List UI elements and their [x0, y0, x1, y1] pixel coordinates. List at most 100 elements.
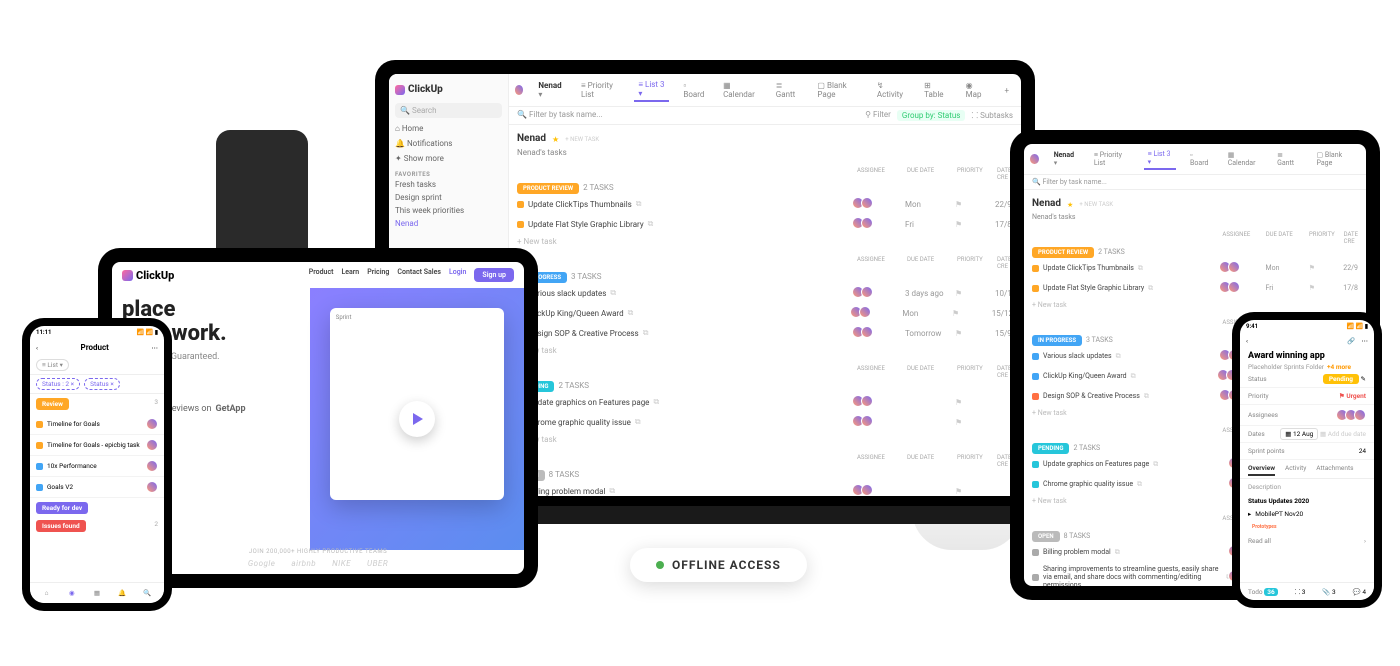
status-group[interactable]: IN PROGRESS [1032, 335, 1082, 346]
task-row[interactable]: Timeline for Goals - epicbig task [30, 435, 164, 456]
sprint-value[interactable]: 24 [1359, 447, 1366, 455]
priority-cell[interactable]: ⚑ [1309, 284, 1344, 292]
task-row[interactable]: 10x Performance [30, 456, 164, 477]
priority-cell[interactable]: ⚑ [955, 398, 995, 407]
task-row[interactable]: Update Flat Style Graphic Library ⧉ Fri … [1032, 278, 1358, 298]
tab-activity[interactable]: Activity [1285, 462, 1306, 476]
avatar[interactable] [146, 481, 158, 493]
view-select[interactable]: ≡ List ▾ [36, 359, 69, 371]
due-date-cell[interactable]: Fri [905, 220, 955, 229]
assignee-cell[interactable] [855, 217, 905, 231]
filter-button[interactable]: ⚲ Filter [865, 110, 891, 121]
nav-pricing[interactable]: Pricing [367, 268, 389, 282]
due-date-cell[interactable]: Mon [905, 200, 955, 209]
more-icon[interactable]: ⋯ [152, 344, 159, 352]
brand-logo[interactable]: ClickUp [122, 269, 174, 282]
avatar[interactable] [146, 418, 158, 430]
due-date-cell[interactable]: Mon [902, 309, 952, 318]
new-task-link[interactable]: + New task [517, 432, 1013, 452]
new-task-link[interactable]: + New task [517, 234, 1013, 254]
tab-map[interactable]: ◉ Map [962, 79, 991, 101]
filter-chip[interactable]: Status : 2 × [36, 378, 80, 390]
status-group[interactable]: PRODUCT REVIEW [1032, 247, 1094, 258]
nav-notifications-icon[interactable]: 🔔 [116, 587, 128, 599]
nav-home[interactable]: ⌂ Home [395, 122, 502, 135]
start-date[interactable]: ▦ 12 Aug [1280, 428, 1318, 440]
fav-item[interactable]: Nenad [395, 217, 502, 230]
task-row[interactable]: Update Flat Style Graphic Library ⧉ Fri … [517, 214, 1013, 234]
task-row[interactable]: Design SOP & Creative Process ⧉ Tomorrow… [517, 323, 1013, 343]
task-row[interactable]: ClickUp King/Queen Award ⧉ Mon ⚑ 15/12 [517, 303, 1013, 323]
chevron-right-icon[interactable]: › [1364, 537, 1366, 545]
nav-home-icon[interactable]: ⌂ [41, 587, 53, 599]
nav-show-more[interactable]: ✦ Show more [395, 152, 502, 165]
star-icon[interactable]: ★ [1067, 201, 1073, 209]
assignee-cell[interactable] [855, 484, 905, 496]
task-row[interactable]: Billing problem modal ⧉ ⚑ [517, 481, 1013, 496]
tab-priority-list[interactable]: ≡ Priority List [577, 79, 624, 101]
space-title[interactable]: Nenad [1032, 198, 1061, 209]
fav-item[interactable]: This week priorities [395, 204, 502, 217]
priority-cell[interactable]: ⚑ [955, 289, 995, 298]
assignee-cell[interactable] [1222, 261, 1265, 275]
avatar[interactable] [146, 439, 158, 451]
subtasks-button[interactable]: ⸬ Subtasks [971, 110, 1013, 121]
fav-item[interactable]: Fresh tasks [395, 178, 502, 191]
assignee-cell[interactable] [855, 326, 905, 340]
due-date-cell[interactable]: Fri [1265, 284, 1308, 292]
tab-activity[interactable]: ↯ Activity [873, 79, 910, 101]
comment-count[interactable]: 💬 4 [1353, 588, 1366, 596]
status-review[interactable]: Review [36, 398, 69, 410]
breadcrumb[interactable]: Placeholder Sprints Folder [1248, 363, 1324, 371]
new-task-button[interactable]: + NEW TASK [565, 136, 599, 143]
due-date-cell[interactable]: 3 days ago [905, 289, 955, 298]
tab-gantt[interactable]: ≣ Gantt [1273, 149, 1302, 169]
back-icon[interactable]: ‹ [1246, 337, 1248, 345]
nav-apps-icon[interactable]: ▦ [91, 587, 103, 599]
tab-blank-page[interactable]: ▢ Blank Page [1312, 149, 1358, 169]
add-view-button[interactable]: + [1000, 84, 1013, 97]
tab-calendar[interactable]: ▦ Calendar [719, 79, 762, 101]
login-link[interactable]: Login [449, 268, 466, 282]
task-row[interactable]: Timeline for Goals [30, 414, 164, 435]
priority-cell[interactable]: ⚑ [1309, 264, 1344, 272]
filter-input[interactable]: 🔍 Filter by task name... [517, 110, 603, 121]
due-date-cell[interactable]: Mon [1265, 264, 1308, 272]
tab-gantt[interactable]: ≣ Gantt [772, 79, 804, 101]
new-task-button[interactable]: + NEW TASK [1079, 201, 1113, 208]
more-icon[interactable]: ⋯ [1362, 337, 1369, 345]
search-input[interactable]: 🔍 Search [395, 103, 502, 118]
read-all-button[interactable]: Read all [1248, 537, 1271, 545]
fav-item[interactable]: Design sprint [395, 191, 502, 204]
nav-contact[interactable]: Contact Sales [397, 268, 441, 282]
tab-board[interactable]: ▫ Board [1186, 149, 1214, 169]
due-date-cell[interactable]: Tomorrow [905, 329, 955, 338]
status-issues[interactable]: Issues found [36, 520, 86, 532]
list-item[interactable]: ▸MobilePT Nov20 [1240, 507, 1374, 521]
attachment-count[interactable]: 📎 3 [1322, 588, 1335, 596]
assignee-cell[interactable] [1222, 281, 1265, 295]
filter-chip[interactable]: Status × [84, 378, 120, 390]
nav-search-icon[interactable]: 🔍 [141, 587, 153, 599]
tab-list[interactable]: ≡ List 3 ▾ [1144, 148, 1176, 170]
status-group[interactable]: OPEN [1032, 531, 1060, 542]
status-group[interactable]: PENDING [1032, 443, 1069, 454]
tab-table[interactable]: ⊞ Table [920, 79, 951, 101]
nav-product[interactable]: Product [309, 268, 334, 282]
assignee-cell[interactable] [853, 306, 903, 320]
status-group[interactable]: PRODUCT REVIEW [517, 183, 579, 194]
nav-add-icon[interactable]: ◉ [66, 587, 78, 599]
tab-overview[interactable]: Overview [1248, 462, 1275, 476]
assignee-cell[interactable] [855, 286, 905, 300]
task-row[interactable]: Goals V2 [30, 477, 164, 498]
user-selector[interactable]: Nenad ▾ [1050, 149, 1080, 169]
task-row[interactable]: Update ClickTips Thumbnails ⧉ Mon ⚑ 22/9 [517, 194, 1013, 214]
space-title[interactable]: Nenad [517, 133, 546, 144]
status-value[interactable]: Pending [1323, 374, 1359, 384]
task-row[interactable]: Update graphics on Features page ⧉ ⚑ [517, 392, 1013, 412]
avatar[interactable] [1029, 153, 1040, 165]
user-selector[interactable]: Nenad ▾ [534, 79, 567, 101]
todo-count[interactable]: Todo 36 [1248, 588, 1278, 596]
avatar[interactable] [514, 84, 524, 96]
status-ready[interactable]: Ready for dev [36, 502, 88, 514]
